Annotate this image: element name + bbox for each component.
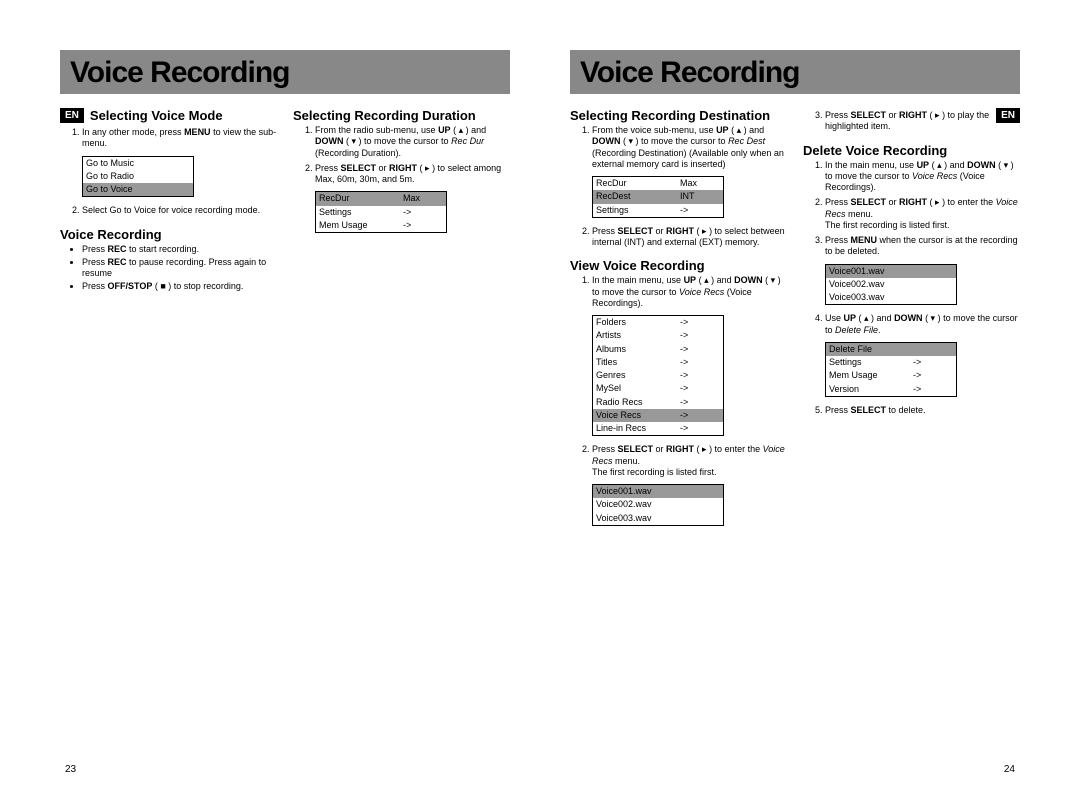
list-view-cont: Press SELECT or RIGHT ( ▸ ) to play the …: [803, 110, 1020, 133]
h-voice-recording: Voice Recording: [60, 227, 277, 242]
table-row: Radio Recs->: [593, 396, 723, 409]
table-row: Go to Radio: [83, 170, 193, 183]
h-selecting-destination: Selecting Recording Destination: [570, 108, 787, 123]
lang-badge-left: EN: [60, 108, 84, 123]
table-row: Genres->: [593, 369, 723, 382]
list-destination: From the voice sub-menu, use UP ( ▴ ) an…: [570, 125, 787, 248]
list-item: From the radio sub-menu, use UP ( ▴ ) an…: [315, 125, 510, 159]
list-item: In the main menu, use UP ( ▴ ) and DOWN …: [825, 160, 1020, 194]
list-item: Press SELECT or RIGHT ( ▸ ) to select be…: [592, 226, 787, 249]
table-row: Folders->: [593, 316, 723, 329]
table-row: Titles->: [593, 356, 723, 369]
list-item: Press SELECT or RIGHT ( ▸ ) to enter the…: [825, 197, 1020, 231]
table-row: Delete File: [826, 343, 956, 356]
left-col-2: Selecting Recording Duration From the ra…: [293, 108, 510, 299]
ui-menu-main: Folders-> Artists-> Albums-> Titles-> Ge…: [592, 315, 724, 436]
list-voice-rec: Press REC to start recording. Press REC …: [60, 244, 277, 293]
table-row: Voice003.wav: [826, 291, 956, 304]
document-spread: Voice Recording EN Selecting Voice Mode …: [0, 0, 1080, 795]
page-title-left: Voice Recording: [60, 50, 510, 94]
table-row: Voice001.wav: [826, 265, 956, 278]
ui-menu-goto: Go to Music Go to Radio Go to Voice: [82, 156, 194, 198]
list-item: In the main menu, use UP ( ▴ ) and DOWN …: [592, 275, 787, 436]
list-item: Use UP ( ▴ ) and DOWN ( ▾ ) to move the …: [825, 313, 1020, 397]
list-item: Press SELECT or RIGHT ( ▸ ) to play the …: [825, 110, 1020, 133]
list-item: Press REC to pause recording. Press agai…: [82, 257, 277, 280]
h-delete-voice: Delete Voice Recording: [803, 143, 1020, 158]
table-row: Settings->: [826, 356, 956, 369]
table-row: Voice001.wav: [593, 485, 723, 498]
list-item: Press SELECT or RIGHT ( ▸ ) to select am…: [315, 163, 510, 186]
list-item: Press REC to start recording.: [82, 244, 277, 255]
table-row: MySel->: [593, 382, 723, 395]
page-title-right: Voice Recording: [570, 50, 1020, 94]
table-row: RecDurMax: [593, 177, 723, 190]
table-row: Voice002.wav: [593, 498, 723, 511]
table-row: Mem Usage->: [826, 369, 956, 382]
list-item: Press SELECT or RIGHT ( ▸ ) to enter the…: [592, 444, 787, 526]
table-row: Line-in Recs->: [593, 422, 723, 435]
page-number-left: 23: [65, 764, 76, 775]
right-col-1: Selecting Recording Destination From the…: [570, 108, 787, 534]
ui-menu-recdur: RecDurMax Settings-> Mem Usage->: [315, 191, 447, 233]
list-item: In any other mode, press MENU to view th…: [82, 127, 277, 197]
list-item: From the voice sub-menu, use UP ( ▴ ) an…: [592, 125, 787, 218]
table-row: Voice Recs->: [593, 409, 723, 422]
ui-menu-recdest: RecDurMax RecDestINT Settings->: [592, 176, 724, 218]
table-row: Voice003.wav: [593, 512, 723, 525]
table-row: Artists->: [593, 329, 723, 342]
table-row: Albums->: [593, 343, 723, 356]
right-columns: Selecting Recording Destination From the…: [570, 108, 1020, 534]
ui-menu-files-2: Voice001.wav Voice002.wav Voice003.wav: [825, 264, 957, 306]
table-row: RecDurMax: [316, 192, 446, 205]
list-item: Press SELECT to delete.: [825, 405, 1020, 416]
lang-badge-right: EN: [996, 108, 1020, 123]
list-selecting-voice: In any other mode, press MENU to view th…: [60, 127, 277, 217]
ui-menu-files-1: Voice001.wav Voice002.wav Voice003.wav: [592, 484, 724, 526]
page-number-right: 24: [1004, 764, 1015, 775]
list-item: Select Go to Voice for voice recording m…: [82, 205, 277, 216]
table-row: Go to Voice: [83, 183, 193, 196]
list-duration: From the radio sub-menu, use UP ( ▴ ) an…: [293, 125, 510, 185]
left-col-1: EN Selecting Voice Mode In any other mod…: [60, 108, 277, 299]
page-right: Voice Recording Selecting Recording Dest…: [540, 50, 1080, 795]
right-col-2: EN Press SELECT or RIGHT ( ▸ ) to play t…: [803, 108, 1020, 534]
h-view-voice: View Voice Recording: [570, 258, 787, 273]
table-row: RecDestINT: [593, 190, 723, 203]
list-item: Press MENU when the cursor is at the rec…: [825, 235, 1020, 305]
page-left: Voice Recording EN Selecting Voice Mode …: [0, 50, 540, 795]
table-row: Go to Music: [83, 157, 193, 170]
table-row: Version->: [826, 383, 956, 396]
list-view: In the main menu, use UP ( ▴ ) and DOWN …: [570, 275, 787, 526]
table-row: Settings->: [316, 206, 446, 219]
h-selecting-voice-mode: Selecting Voice Mode: [90, 108, 223, 123]
ui-menu-delete: Delete File Settings-> Mem Usage-> Versi…: [825, 342, 957, 397]
table-row: Settings->: [593, 204, 723, 217]
list-delete: In the main menu, use UP ( ▴ ) and DOWN …: [803, 160, 1020, 417]
table-row: Voice002.wav: [826, 278, 956, 291]
left-columns: EN Selecting Voice Mode In any other mod…: [60, 108, 510, 299]
h-selecting-duration: Selecting Recording Duration: [293, 108, 510, 123]
table-row: Mem Usage->: [316, 219, 446, 232]
list-item: Press OFF/STOP ( ■ ) to stop recording.: [82, 281, 277, 292]
